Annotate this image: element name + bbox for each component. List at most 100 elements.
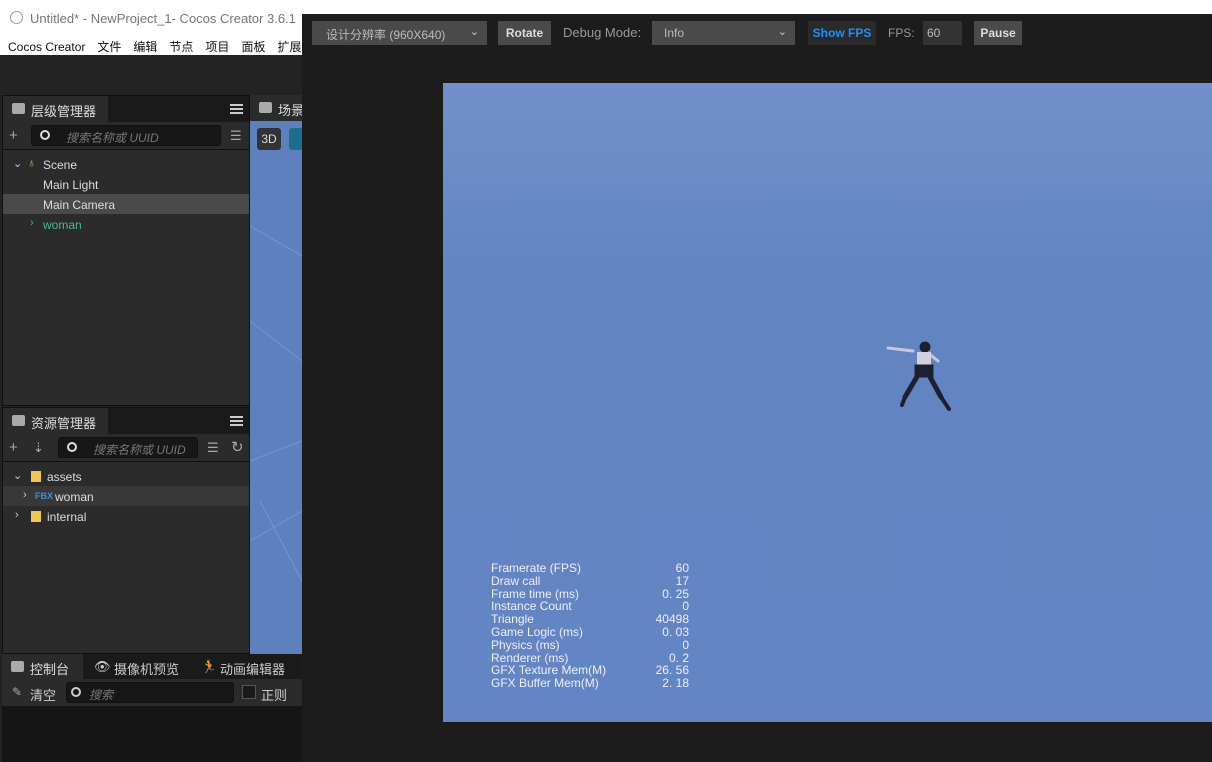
tab-scene[interactable]: 场景 bbox=[250, 95, 305, 121]
menu-node[interactable]: 节点 bbox=[169, 40, 193, 54]
move-tool-button[interactable] bbox=[289, 128, 302, 150]
pause-button[interactable]: Pause bbox=[974, 21, 1022, 45]
scene-tab-icon bbox=[259, 102, 272, 113]
menu-panel[interactable]: 面板 bbox=[241, 40, 265, 54]
search-icon bbox=[67, 442, 77, 452]
search-placeholder: 搜索名称或 UUID bbox=[93, 443, 186, 457]
chevron-right-icon: › bbox=[30, 217, 34, 229]
stat-label: Physics (ms) bbox=[491, 637, 560, 652]
panel-menu-icon[interactable] bbox=[230, 104, 243, 114]
chevron-right-icon: › bbox=[15, 509, 19, 521]
layers-icon bbox=[12, 103, 25, 114]
tab-camera-preview[interactable]: 👁 摄像机预览 bbox=[86, 654, 188, 679]
running-icon: 🏃 bbox=[201, 659, 218, 674]
debug-mode-label: Debug Mode: bbox=[563, 25, 642, 40]
hierarchy-panel: 层级管理器 + 搜索名称或 UUID ☰ ⌄ ♁ Scene Main Light … bbox=[2, 95, 250, 406]
menu-edit[interactable]: 编辑 bbox=[133, 40, 157, 54]
folder-icon bbox=[12, 415, 25, 426]
label: Main Light bbox=[43, 178, 99, 192]
console-panel: 控制台 👁 摄像机预览 🏃 动画编辑器 ✎ 清空 搜索 正则 bbox=[2, 654, 302, 762]
chevron-down-icon: ⌄ bbox=[13, 158, 23, 170]
stat-label: Draw call bbox=[491, 573, 541, 588]
tab-animation-editor[interactable]: 🏃 动画编辑器 bbox=[192, 654, 297, 679]
tab-label: 控制台 bbox=[30, 662, 70, 677]
tree-item-main-camera[interactable]: Main Camera bbox=[3, 194, 249, 214]
select-value: 设计分辨率 (960X640) bbox=[326, 28, 446, 42]
tab-label: 资源管理器 bbox=[31, 416, 97, 431]
fbx-icon: FBX bbox=[35, 491, 53, 501]
stat-label: GFX Buffer Mem(M) bbox=[491, 676, 599, 691]
stat-row: GFX Buffer Mem(M) 2. 18 bbox=[491, 677, 689, 690]
tab-label: 场景 bbox=[278, 103, 305, 118]
rotate-button[interactable]: Rotate bbox=[498, 21, 551, 45]
search-icon bbox=[40, 130, 50, 140]
bookmarks-bar bbox=[302, 0, 1212, 14]
stat-label: Game Logic (ms) bbox=[491, 624, 584, 639]
regex-label: 正则 bbox=[261, 688, 288, 703]
terminal-icon bbox=[11, 661, 24, 672]
scene-view[interactable]: 3D bbox=[250, 121, 302, 654]
game-canvas[interactable]: Framerate (FPS) 60 Draw call 17 Frame time (… bbox=[443, 83, 1212, 722]
panel-menu-icon[interactable] bbox=[230, 416, 243, 426]
search-placeholder: 搜索 bbox=[89, 688, 114, 702]
resolution-select[interactable]: 设计分辨率 (960X640) ⌄ bbox=[312, 21, 487, 45]
scene-grid bbox=[250, 225, 302, 582]
woman-character bbox=[886, 341, 951, 411]
stat-value: 0 bbox=[682, 637, 689, 652]
stat-value: 17 bbox=[675, 573, 689, 588]
menu-cocos[interactable]: Cocos Creator bbox=[8, 40, 85, 54]
clear-icon: ✎ bbox=[12, 685, 23, 699]
search-icon bbox=[71, 687, 81, 697]
eye-icon: 👁 bbox=[94, 659, 111, 674]
tab-hierarchy[interactable]: 层级管理器 bbox=[3, 96, 108, 122]
show-fps-button[interactable]: Show FPS bbox=[808, 21, 876, 45]
title-bar: Untitled* - NewProject_1- Cocos Creator … bbox=[0, 0, 302, 33]
window-title: Untitled* - NewProject_1- Cocos Creator … bbox=[30, 11, 296, 26]
add-asset-icon[interactable]: + bbox=[9, 440, 18, 455]
label: Scene bbox=[43, 158, 78, 172]
preview-window: 设计分辨率 (960X640) ⌄ Rotate Debug Mode: Info… bbox=[302, 0, 1212, 762]
label: woman bbox=[43, 218, 82, 232]
assets-panel: 资源管理器 + ⇣ 搜索名称或 UUID ☰ ↻ ⌄ assets › FBX wom… bbox=[2, 407, 250, 654]
stat-row: Physics (ms) 0 bbox=[491, 637, 689, 652]
tab-console[interactable]: 控制台 bbox=[2, 654, 83, 679]
label: assets bbox=[47, 470, 82, 484]
fps-input[interactable]: 60 bbox=[923, 21, 962, 45]
refresh-icon[interactable]: ↻ bbox=[231, 440, 244, 455]
regex-checkbox[interactable] bbox=[242, 685, 256, 699]
scene-tabbar: 场景 bbox=[250, 95, 305, 121]
label: woman bbox=[55, 490, 94, 504]
select-value: Info bbox=[664, 26, 685, 40]
stat-row: Framerate (FPS) 60 bbox=[491, 562, 689, 575]
stat-row: Draw call 17 bbox=[491, 573, 689, 588]
menu-extension[interactable]: 扩展 bbox=[277, 40, 301, 54]
collapse-tree-icon[interactable]: ☰ bbox=[207, 440, 219, 455]
collapse-tree-icon[interactable]: ☰ bbox=[230, 128, 242, 143]
stat-value: 0. 03 bbox=[662, 624, 689, 639]
folder-icon bbox=[31, 471, 41, 482]
menu-project[interactable]: 项目 bbox=[205, 40, 229, 54]
chevron-down-icon: ⌄ bbox=[13, 470, 23, 482]
tree-item-woman[interactable]: › woman bbox=[3, 214, 249, 234]
menu-file[interactable]: 文件 bbox=[97, 40, 121, 54]
console-search-input[interactable]: 搜索 bbox=[66, 682, 234, 703]
sort-icon[interactable]: ⇣ bbox=[33, 440, 44, 455]
tab-assets[interactable]: 资源管理器 bbox=[3, 408, 108, 434]
fps-label: FPS: bbox=[888, 26, 915, 40]
chevron-right-icon: › bbox=[23, 489, 27, 501]
chevron-down-icon: ⌄ bbox=[469, 26, 479, 38]
hierarchy-search-input[interactable]: 搜索名称或 UUID bbox=[31, 125, 221, 146]
tree-item-main-light[interactable]: Main Light bbox=[3, 174, 249, 194]
stat-label: Framerate (FPS) bbox=[491, 561, 582, 575]
tab-label: 动画编辑器 bbox=[220, 662, 286, 677]
add-node-icon[interactable]: + bbox=[9, 128, 18, 143]
stat-row: Game Logic (ms) 0. 03 bbox=[491, 626, 689, 639]
asset-item-internal[interactable]: › internal bbox=[3, 506, 249, 526]
debug-mode-select[interactable]: Info ⌄ bbox=[652, 21, 795, 45]
asset-item-woman[interactable]: › FBX woman bbox=[3, 486, 249, 506]
asset-item-assets[interactable]: ⌄ assets bbox=[3, 466, 249, 486]
tree-item-scene[interactable]: ⌄ ♁ Scene bbox=[3, 154, 249, 174]
clear-button[interactable]: 清空 bbox=[30, 685, 56, 704]
3d-toggle-button[interactable]: 3D bbox=[257, 128, 281, 150]
assets-search-input[interactable]: 搜索名称或 UUID bbox=[58, 437, 198, 458]
